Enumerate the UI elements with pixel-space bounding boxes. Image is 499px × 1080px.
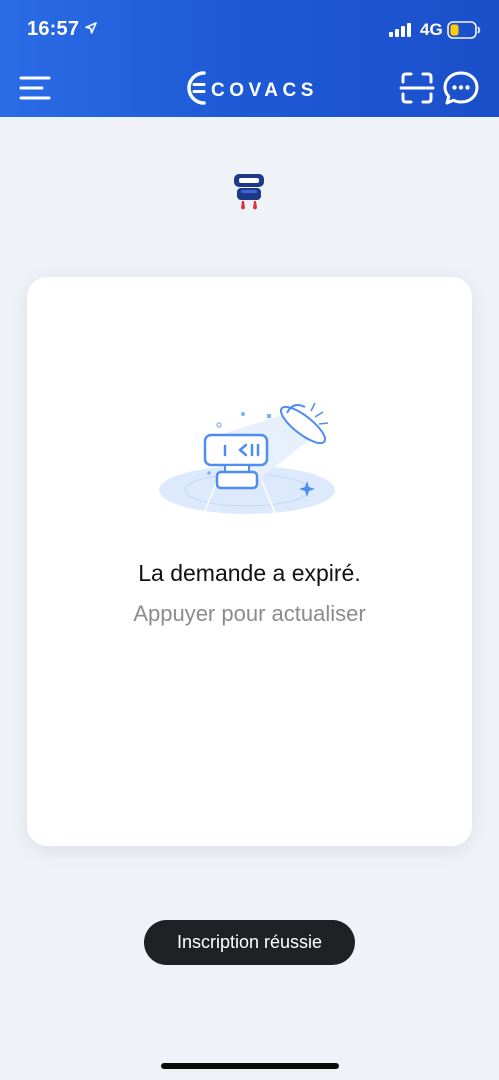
battery-icon bbox=[447, 21, 481, 39]
robot-mascot-icon bbox=[234, 174, 264, 210]
menu-button[interactable] bbox=[18, 70, 54, 106]
app-header: 16:57 4G COVACS bbox=[0, 0, 499, 117]
error-title: La demande a expiré. bbox=[138, 560, 361, 586]
robot-ufo-illustration bbox=[159, 402, 335, 514]
hamburger-menu-icon bbox=[19, 76, 51, 100]
status-time: 16:57 bbox=[27, 18, 80, 40]
svg-text:COVACS: COVACS bbox=[211, 80, 315, 101]
location-arrow-icon bbox=[85, 22, 97, 34]
refresh-hint[interactable]: Appuyer pour actualiser bbox=[27, 601, 472, 627]
scan-button[interactable] bbox=[399, 70, 435, 106]
network-type: 4G bbox=[420, 20, 443, 39]
status-bar: 16:57 4G bbox=[0, 0, 499, 60]
chat-bubble-icon bbox=[443, 71, 479, 105]
ecovacs-logo: COVACS bbox=[187, 71, 315, 105]
toast-message: Inscription réussie bbox=[144, 920, 355, 965]
cellular-signal-icon bbox=[389, 23, 411, 37]
scan-icon bbox=[399, 72, 435, 104]
error-refresh-card[interactable]: La demande a expiré. Appuyer pour actual… bbox=[27, 277, 472, 846]
home-indicator[interactable] bbox=[161, 1063, 339, 1069]
chat-button[interactable] bbox=[442, 70, 480, 106]
